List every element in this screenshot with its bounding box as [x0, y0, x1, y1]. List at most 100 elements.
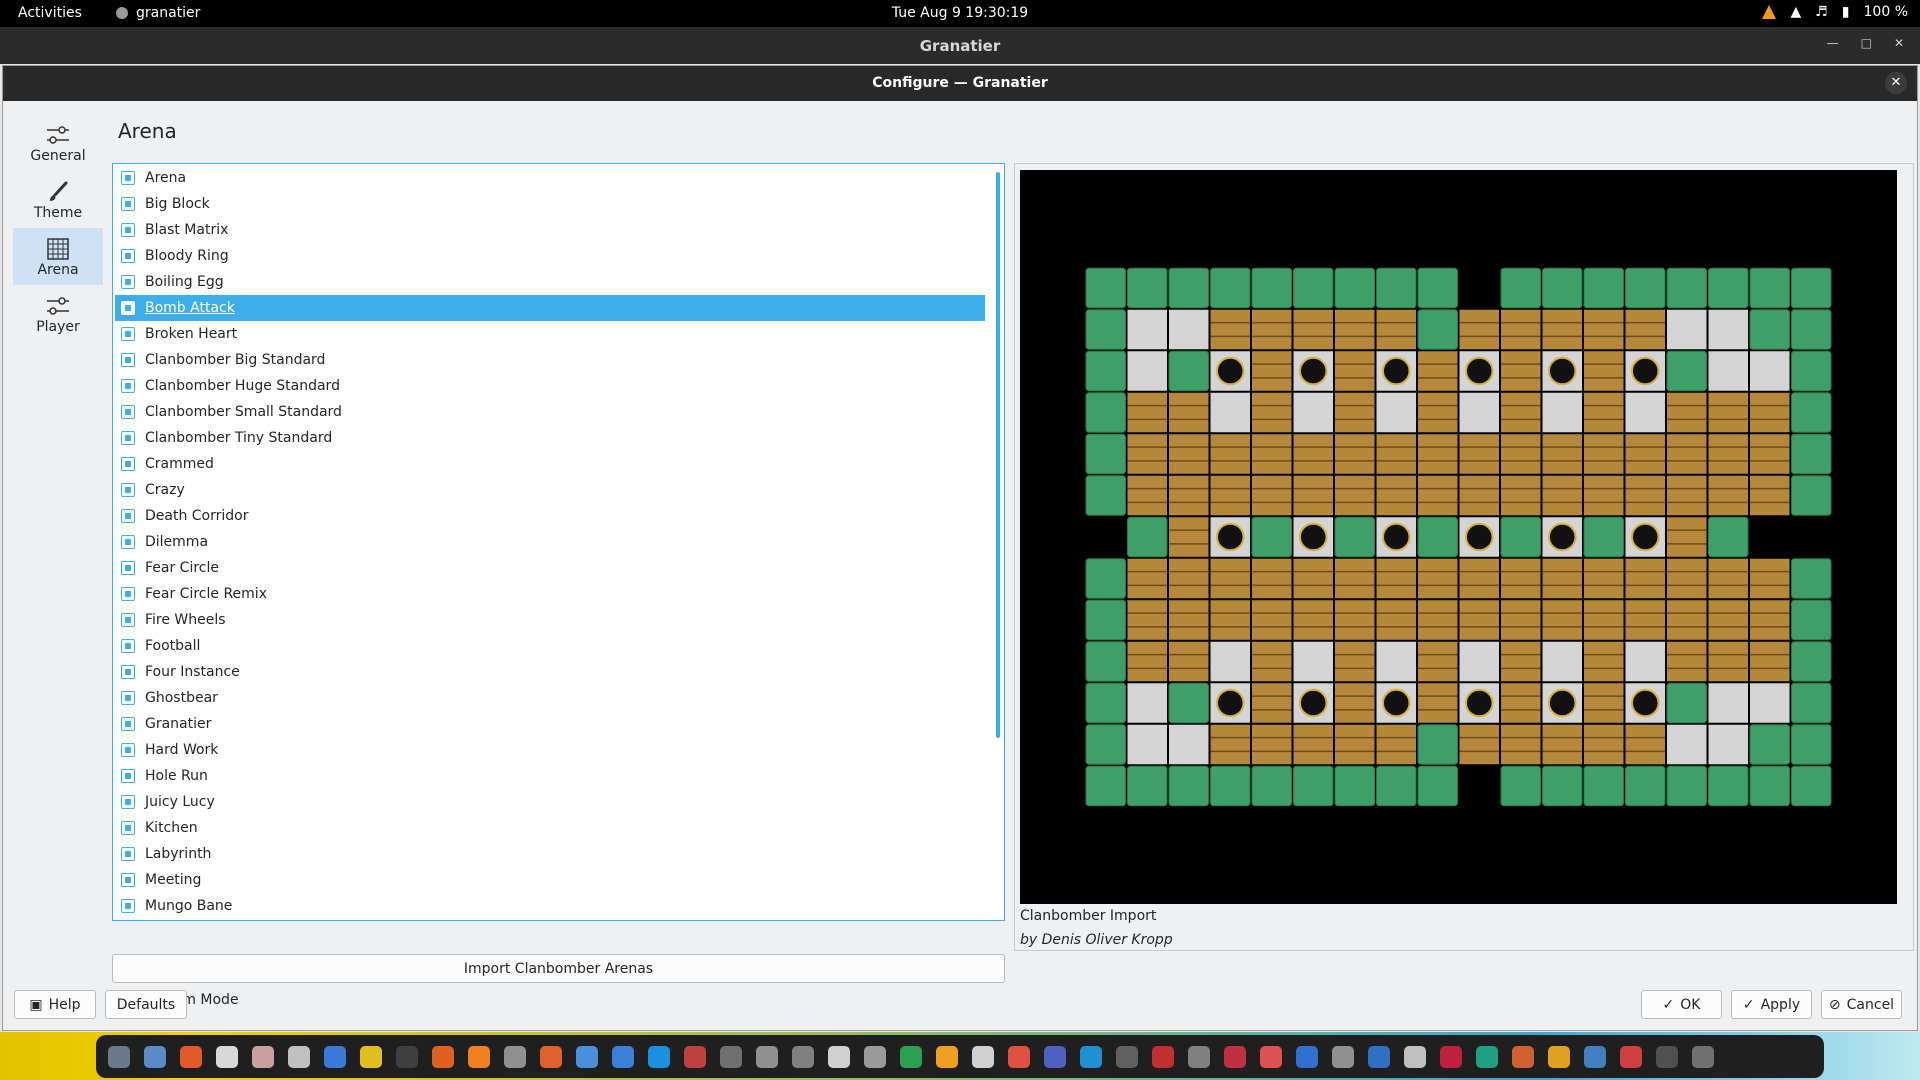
- dock-app-icon[interactable]: [1692, 1045, 1714, 1068]
- arena-list-item[interactable]: Football: [115, 633, 985, 659]
- arena-enabled-checkbox[interactable]: [121, 847, 135, 861]
- arena-list-item[interactable]: Granatier: [115, 711, 985, 737]
- dock-app-icon[interactable]: [1224, 1045, 1246, 1068]
- arena-list-item[interactable]: Clanbomber Big Standard: [115, 347, 985, 373]
- dock-app-icon[interactable]: [252, 1045, 274, 1068]
- dock-app-icon[interactable]: [1332, 1045, 1354, 1068]
- dock-app-icon[interactable]: [144, 1045, 166, 1068]
- arena-list-item[interactable]: Bomb Attack: [115, 295, 985, 321]
- dock-app-icon[interactable]: [288, 1045, 310, 1068]
- dialog-close-button[interactable]: ✕: [1885, 72, 1907, 94]
- import-clanbomber-button[interactable]: Import Clanbomber Arenas: [112, 954, 1005, 983]
- arena-list-item[interactable]: Meeting: [115, 867, 985, 893]
- arena-enabled-checkbox[interactable]: [121, 639, 135, 653]
- arena-enabled-checkbox[interactable]: [121, 535, 135, 549]
- dock-app-icon[interactable]: [216, 1045, 238, 1068]
- dock-app-icon[interactable]: [1260, 1045, 1282, 1068]
- arena-enabled-checkbox[interactable]: [121, 327, 135, 341]
- arena-list-item[interactable]: Broken Heart: [115, 321, 985, 347]
- dock-app-icon[interactable]: [1512, 1045, 1534, 1068]
- dock-app-icon[interactable]: [936, 1045, 958, 1068]
- arena-enabled-checkbox[interactable]: [121, 899, 135, 913]
- arena-enabled-checkbox[interactable]: [121, 301, 135, 315]
- nav-item-player[interactable]: Player: [13, 285, 103, 342]
- maximize-icon[interactable]: □: [1861, 36, 1872, 50]
- arena-enabled-checkbox[interactable]: [121, 873, 135, 887]
- arena-list-item[interactable]: Four Instance: [115, 659, 985, 685]
- arena-list-item[interactable]: Kitchen: [115, 815, 985, 841]
- defaults-button[interactable]: Defaults: [105, 990, 187, 1019]
- dock-app-icon[interactable]: [1008, 1045, 1030, 1068]
- arena-enabled-checkbox[interactable]: [121, 353, 135, 367]
- dock-app-icon[interactable]: [828, 1045, 850, 1068]
- dock-app-icon[interactable]: [612, 1045, 634, 1068]
- dock-app-icon[interactable]: [720, 1045, 742, 1068]
- arena-list-item[interactable]: Ghostbear: [115, 685, 985, 711]
- arena-enabled-checkbox[interactable]: [121, 379, 135, 393]
- arena-enabled-checkbox[interactable]: [121, 171, 135, 185]
- dock-app-icon[interactable]: [756, 1045, 778, 1068]
- dock-app-icon[interactable]: [360, 1045, 382, 1068]
- system-tray[interactable]: ▲ ♬ ▮ 100 %: [1762, 4, 1908, 20]
- arena-enabled-checkbox[interactable]: [121, 197, 135, 211]
- dock-app-icon[interactable]: [648, 1045, 670, 1068]
- arena-enabled-checkbox[interactable]: [121, 587, 135, 601]
- arena-enabled-checkbox[interactable]: [121, 249, 135, 263]
- arena-list-item[interactable]: Clanbomber Small Standard: [115, 399, 985, 425]
- arena-enabled-checkbox[interactable]: [121, 769, 135, 783]
- dock-app-icon[interactable]: [576, 1045, 598, 1068]
- dock-app-icon[interactable]: [1368, 1045, 1390, 1068]
- arena-enabled-checkbox[interactable]: [121, 223, 135, 237]
- dock-app-icon[interactable]: [1548, 1045, 1570, 1068]
- dock-app-icon[interactable]: [1620, 1045, 1642, 1068]
- arena-list-item[interactable]: Boiling Egg: [115, 269, 985, 295]
- arena-enabled-checkbox[interactable]: [121, 561, 135, 575]
- arena-list-item[interactable]: Crazy: [115, 477, 985, 503]
- arena-list-item[interactable]: Dilemma: [115, 529, 985, 555]
- dock-app-icon[interactable]: [1080, 1045, 1102, 1068]
- dock-app-icon[interactable]: [108, 1045, 130, 1068]
- dock-app-icon[interactable]: [504, 1045, 526, 1068]
- arena-enabled-checkbox[interactable]: [121, 743, 135, 757]
- arena-enabled-checkbox[interactable]: [121, 431, 135, 445]
- arena-enabled-checkbox[interactable]: [121, 457, 135, 471]
- dock-app-icon[interactable]: [324, 1045, 346, 1068]
- activities-button[interactable]: Activities: [18, 5, 82, 21]
- arena-enabled-checkbox[interactable]: [121, 691, 135, 705]
- arena-list-item[interactable]: Clanbomber Huge Standard: [115, 373, 985, 399]
- arena-list[interactable]: Arena Big Block Blast Matrix Bloody Ring Boi…: [112, 163, 1005, 921]
- arena-list-item[interactable]: Death Corridor: [115, 503, 985, 529]
- dock-app-icon[interactable]: [1656, 1045, 1678, 1068]
- arena-enabled-checkbox[interactable]: [121, 717, 135, 731]
- dock-app-icon[interactable]: [1584, 1045, 1606, 1068]
- clock[interactable]: Tue Aug 9 19:30:19: [0, 5, 1920, 21]
- dock-app-icon[interactable]: [1044, 1045, 1066, 1068]
- arena-list-scrollbar[interactable]: [996, 172, 1000, 738]
- arena-list-item[interactable]: Arena: [115, 165, 985, 191]
- ok-button[interactable]: ✓ OK: [1641, 990, 1722, 1019]
- arena-list-item[interactable]: Fear Circle Remix: [115, 581, 985, 607]
- nav-item-theme[interactable]: Theme: [13, 171, 103, 228]
- vlc-tray-icon[interactable]: [1762, 5, 1777, 19]
- dock-app-icon[interactable]: [180, 1045, 202, 1068]
- arena-list-item[interactable]: Fire Wheels: [115, 607, 985, 633]
- dock-app-icon[interactable]: [684, 1045, 706, 1068]
- arena-list-item[interactable]: Clanbomber Tiny Standard: [115, 425, 985, 451]
- arena-list-item[interactable]: Hard Work: [115, 737, 985, 763]
- arena-list-item[interactable]: Juicy Lucy: [115, 789, 985, 815]
- arena-enabled-checkbox[interactable]: [121, 821, 135, 835]
- dock-app-icon[interactable]: [432, 1045, 454, 1068]
- nav-item-arena[interactable]: Arena: [13, 228, 103, 285]
- arena-list-item[interactable]: Blast Matrix: [115, 217, 985, 243]
- arena-enabled-checkbox[interactable]: [121, 509, 135, 523]
- dock-app-icon[interactable]: [1296, 1045, 1318, 1068]
- arena-enabled-checkbox[interactable]: [121, 613, 135, 627]
- arena-enabled-checkbox[interactable]: [121, 665, 135, 679]
- dock-app-icon[interactable]: [1152, 1045, 1174, 1068]
- dock-app-icon[interactable]: [1188, 1045, 1210, 1068]
- close-window-icon[interactable]: ✕: [1894, 36, 1904, 50]
- arena-enabled-checkbox[interactable]: [121, 795, 135, 809]
- arena-list-item[interactable]: Bloody Ring: [115, 243, 985, 269]
- arena-list-item[interactable]: Crammed: [115, 451, 985, 477]
- dock-app-icon[interactable]: [1476, 1045, 1498, 1068]
